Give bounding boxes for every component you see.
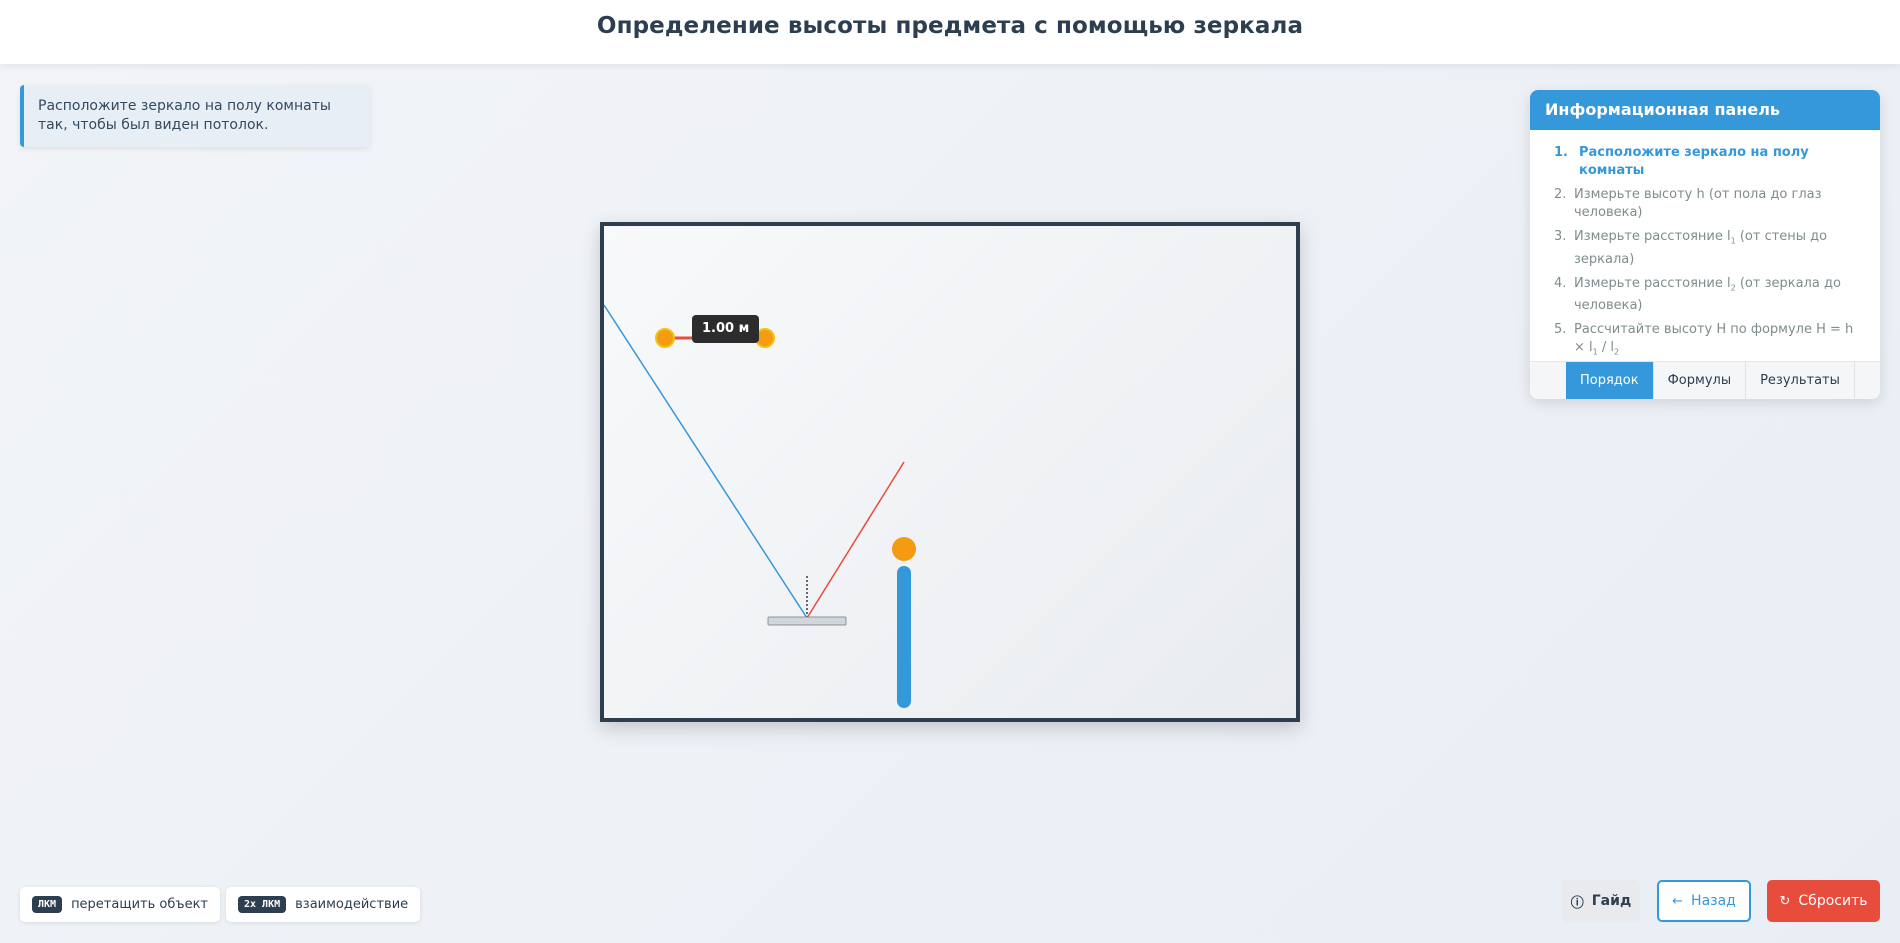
control-hint-interact: 2x ЛКМ взаимодействие (226, 887, 421, 922)
arrow-left-icon: ← (1672, 893, 1684, 909)
tab-results[interactable]: Результаты (1746, 362, 1855, 399)
info-icon: ⓘ (1570, 895, 1584, 911)
control-hint-drag: ЛКМ перетащить объект (20, 887, 220, 922)
hint-text: Расположите зеркало на полу комнаты так,… (38, 98, 331, 133)
app-header: Определение высоты предмета с помощью зе… (0, 0, 1900, 64)
step-item: 3. Измерьте расстояние l1 (от стены до з… (1554, 229, 1828, 267)
info-panel: Информационная панель 1. Расположите зер… (1530, 90, 1880, 399)
room-svg (604, 304, 916, 708)
person-body (897, 566, 911, 708)
ruler-handle-left (655, 328, 675, 348)
step-item: 4. Измерьте расстояние l2 (от зеркала до… (1554, 275, 1841, 314)
instruction-hint: Расположите зеркало на полу комнаты так,… (20, 85, 370, 147)
mouse-key-badge: 2x ЛКМ (238, 896, 287, 913)
simulation-room[interactable]: 1.00 м (600, 222, 1300, 722)
back-button[interactable]: ← Назад (1657, 880, 1751, 922)
mouse-key-badge: ЛКМ (32, 896, 63, 913)
steps-list: 1. Расположите зеркало на полу комнаты 2… (1530, 130, 1880, 361)
info-tabs: Порядок Формулы Результаты (1530, 361, 1880, 399)
reset-icon: ↻ (1779, 893, 1791, 909)
mirror (767, 616, 847, 626)
tab-order[interactable]: Порядок (1566, 362, 1654, 399)
incident-ray (604, 304, 808, 619)
tab-formulas[interactable]: Формулы (1654, 362, 1747, 399)
step-item: 1. Расположите зеркало на полу комнаты (1554, 145, 1809, 178)
person-eye-marker (892, 537, 916, 561)
reset-button[interactable]: ↻ Сбросить (1767, 880, 1880, 922)
reflected-ray (806, 461, 905, 619)
step-item: 5. Рассчитайте высоту H по формуле H = h… (1554, 322, 1854, 357)
step-item: 2. Измерьте высоту h (от пола до глаз че… (1554, 187, 1822, 220)
measure-label: 1.00 м (692, 315, 760, 343)
page-title: Определение высоты предмета с помощью зе… (596, 13, 1304, 39)
info-panel-title: Информационная панель (1530, 90, 1880, 130)
guide-button[interactable]: ⓘ Гайд (1562, 880, 1640, 922)
